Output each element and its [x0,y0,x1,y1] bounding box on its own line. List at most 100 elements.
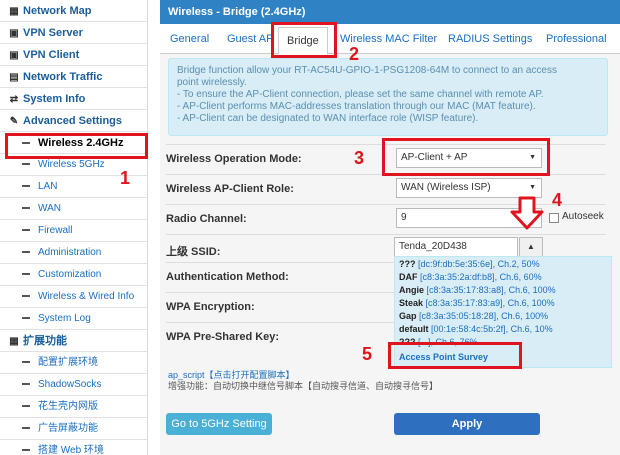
survey-mac: [c8:3a:35:05:18:28] [419,311,497,321]
dash-icon [22,427,30,430]
wpa-enc-label: WPA Encryption: [166,301,255,313]
survey-info: , Ch.6, 100% [496,311,549,321]
annotation-box-2 [271,22,337,58]
survey-ssid: ??? [399,259,416,269]
dash-icon [22,207,30,210]
sidebar-item-network-traffic[interactable]: ▤ Network Traffic [0,66,147,88]
info-line: - AP-Client performs MAC-addresses trans… [177,101,536,112]
panel-title: Wireless - Bridge (2.4GHz) [160,0,620,24]
grid-icon: ▦ [9,336,19,347]
client-role-select[interactable]: WAN (Wireless ISP) ▼ [396,178,542,198]
sidebar-item-web-env[interactable]: 搭建 Web 环境 [0,440,147,455]
survey-row[interactable]: Gap [c8:3a:35:05:18:28], Ch.6, 100% [399,310,607,323]
script-note: ap_script【点击打开配置脚本】 增强功能：自动切换中继信号脚本【自动搜寻… [168,370,438,392]
sidebar-item-network-map[interactable]: ▦ Network Map [0,0,147,22]
dash-icon [22,361,30,364]
client-role-value: WAN (Wireless ISP) [401,182,491,193]
annotation-arrow-down-icon [510,196,544,230]
survey-info: , Ch.2, 50% [492,259,540,269]
survey-row[interactable]: Steak [c8:3a:35:17:83:a9], Ch.6, 100% [399,297,607,310]
info-line: Bridge function allow your RT-AC54U-GPIO… [177,65,557,76]
op-mode-label: Wireless Operation Mode: [166,153,302,165]
chevron-down-icon: ▼ [529,184,536,191]
survey-mac: [c8:3a:35:17:83:a9] [425,298,503,308]
survey-mac: [c8:3a:35:2a:df:b8] [420,272,495,282]
sidebar-item-extensions[interactable]: ▦ 扩展功能 [0,330,147,352]
annotation-box-5 [388,342,522,369]
shuffle-icon: ⇄ [9,94,19,105]
autoseek-label: Autoseek [562,211,604,222]
annotation-number-4: 4 [552,190,563,210]
annotation-number-2: 2 [349,44,360,64]
sidebar-item-customization[interactable]: Customization [0,264,147,286]
lock-icon: ▣ [9,28,19,39]
survey-ssid: default [399,324,429,334]
annotation-box-1 [5,133,148,159]
survey-ssid: Gap [399,311,417,321]
sidebar-item-firewall[interactable]: Firewall [0,220,147,242]
survey-mac: [00:1e:58:4c:5b:2f] [431,324,506,334]
dash-icon [22,185,30,188]
sidebar-item-ext-env[interactable]: 配置扩展环境 [0,352,147,374]
sidebar-item-system-log[interactable]: System Log [0,308,147,330]
annotation-number-3: 3 [354,148,365,168]
sidebar-item-system-info[interactable]: ⇄ System Info [0,88,147,110]
sidebar-item-wireless-wired-info[interactable]: Wireless & Wired Info [0,286,147,308]
sidebar-item-wan[interactable]: WAN [0,198,147,220]
survey-mac: [c8:3a:35:17:83:a8] [426,285,504,295]
survey-row[interactable]: default [00:1e:58:4c:5b:2f], Ch.6, 10% [399,323,607,336]
map-icon: ▦ [9,6,19,17]
dash-icon [22,405,30,408]
survey-info: , Ch.6, 100% [503,285,556,295]
dash-icon [22,229,30,232]
info-line: - AP-Client can be designated to WAN int… [177,113,479,124]
annotation-box-3 [382,138,550,176]
survey-row[interactable]: DAF [c8:3a:35:2a:df:b8], Ch.6, 60% [399,271,607,284]
survey-ssid: Angie [399,285,425,295]
sidebar-item-adblock[interactable]: 广告屏蔽功能 [0,418,147,440]
dash-icon [22,383,30,386]
auth-label: Authentication Method: [166,271,289,283]
dash-icon [22,317,30,320]
survey-ssid: Steak [399,298,424,308]
chart-icon: ▤ [9,72,19,83]
tab-radius-settings[interactable]: RADIUS Settings [448,24,532,54]
sidebar-item-administration[interactable]: Administration [0,242,147,264]
autoseek-checkbox[interactable] [549,213,559,223]
wrench-icon: ✎ [9,116,19,127]
ssid-input[interactable]: Tenda_20D438 [394,237,518,257]
survey-mac: [dc:9f:db:5e:35:6e] [418,259,493,269]
survey-row[interactable]: ??? [dc:9f:db:5e:35:6e], Ch.2, 50% [399,258,607,271]
go-to-5ghz-button[interactable]: Go to 5GHz Setting [166,413,272,435]
apply-button[interactable]: Apply [394,413,540,435]
sidebar-item-vpn-server[interactable]: ▣ VPN Server [0,22,147,44]
sidebar-item-advanced-settings[interactable]: ✎ Advanced Settings [0,110,147,132]
script-enhance-text: 增强功能：自动切换中继信号脚本【自动搜寻信道、自动搜寻信号】 [168,381,439,391]
sidebar-item-oray[interactable]: 花生壳内网版 [0,396,147,418]
dash-icon [22,295,30,298]
survey-toggle-button[interactable]: ▲ [519,237,543,257]
channel-label: Radio Channel: [166,213,247,225]
info-line: point wirelessly. [177,77,247,88]
survey-info: , Ch.6, 100% [502,298,555,308]
info-box: Bridge function allow your RT-AC54U-GPIO… [168,58,608,136]
dash-icon [22,251,30,254]
annotation-number-1: 1 [120,168,131,188]
ap-script-link[interactable]: ap_script【点击打开配置脚本】 [168,370,438,381]
survey-info: , Ch.6, 60% [494,272,542,282]
survey-ssid: DAF [399,272,418,282]
wpa-key-label: WPA Pre-Shared Key: [166,331,280,343]
sidebar: ▦ Network Map ▣ VPN Server ▣ VPN Client ▤ Ne… [0,0,148,455]
tab-guest-ap[interactable]: Guest AP [227,24,273,54]
info-line: - To ensure the AP-Client connection, pl… [177,89,544,100]
survey-info: , Ch.6, 10% [505,324,553,334]
tab-professional[interactable]: Professional [546,24,607,54]
dash-icon [22,163,30,166]
annotation-number-5: 5 [362,344,373,364]
survey-row[interactable]: Angie [c8:3a:35:17:83:a8], Ch.6, 100% [399,284,607,297]
dash-icon [22,449,30,452]
tab-bar: General Guest AP Bridge Wireless MAC Fil… [160,24,620,55]
sidebar-item-vpn-client[interactable]: ▣ VPN Client [0,44,147,66]
tab-general[interactable]: General [170,24,209,54]
sidebar-item-shadowsocks[interactable]: ShadowSocks [0,374,147,396]
